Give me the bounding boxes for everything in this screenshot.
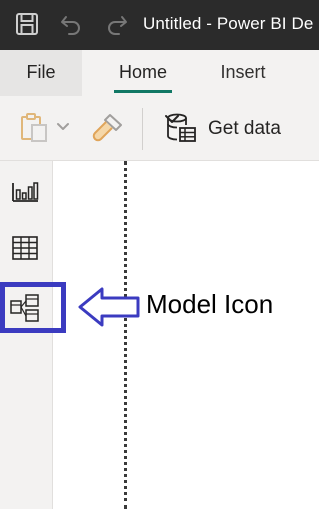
get-data-button[interactable]: Get data: [164, 112, 319, 144]
tab-file-label: File: [26, 62, 56, 82]
ribbon-tabs: File Home Insert: [0, 50, 319, 96]
chevron-down-icon: [165, 115, 179, 123]
tab-insert-label: Insert: [220, 62, 266, 82]
format-painter-icon[interactable]: [90, 112, 124, 144]
canvas-divider: [124, 161, 127, 509]
tab-home[interactable]: Home: [108, 50, 178, 96]
paste-icon[interactable]: [18, 113, 72, 143]
ribbon-toolbar: Get data: [0, 96, 319, 161]
tab-home-label: Home: [118, 62, 167, 82]
save-icon[interactable]: [14, 11, 40, 37]
tab-file[interactable]: File: [0, 50, 82, 96]
data-view-icon[interactable]: [8, 231, 42, 265]
report-view-icon[interactable]: [8, 174, 42, 208]
undo-icon[interactable]: [58, 11, 84, 37]
get-data-label: Get data: [208, 118, 281, 139]
annotation-arrow-icon: [78, 287, 140, 327]
toolbar-separator: [142, 108, 143, 150]
tab-insert[interactable]: Insert: [210, 50, 276, 96]
annotation-text: Model Icon: [146, 289, 274, 319]
active-tab-underline: [114, 90, 172, 93]
redo-icon[interactable]: [104, 11, 130, 37]
title-bar: Untitled - Power BI De: [0, 0, 319, 50]
model-icon-highlight-box: [0, 282, 66, 333]
window-title: Untitled - Power BI De: [143, 14, 314, 33]
view-bar: [0, 161, 53, 509]
